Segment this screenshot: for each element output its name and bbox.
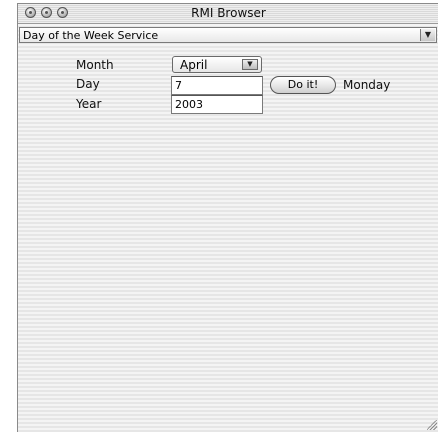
title-bar[interactable]: RMI Browser bbox=[18, 4, 438, 24]
rmi-browser-window: RMI Browser Day of the Week Service ▼ Mo… bbox=[17, 3, 438, 432]
day-input[interactable] bbox=[171, 76, 263, 95]
resize-grip-icon[interactable] bbox=[427, 420, 437, 430]
chevron-down-icon[interactable]: ▼ bbox=[420, 29, 435, 41]
do-it-button[interactable]: Do it! bbox=[270, 76, 336, 94]
service-dropdown[interactable]: Day of the Week Service ▼ bbox=[19, 27, 437, 43]
chevron-down-icon[interactable]: ▼ bbox=[242, 59, 258, 70]
result-weekday: Monday bbox=[343, 78, 391, 92]
month-label: Month bbox=[76, 58, 114, 72]
service-dropdown-value: Day of the Week Service bbox=[23, 29, 159, 42]
day-label: Day bbox=[76, 77, 100, 91]
window-title: RMI Browser bbox=[191, 6, 266, 20]
month-dropdown-value: April bbox=[180, 58, 208, 72]
month-dropdown[interactable]: April ▼ bbox=[172, 56, 262, 73]
year-label: Year bbox=[76, 97, 102, 111]
year-input[interactable] bbox=[171, 95, 263, 114]
